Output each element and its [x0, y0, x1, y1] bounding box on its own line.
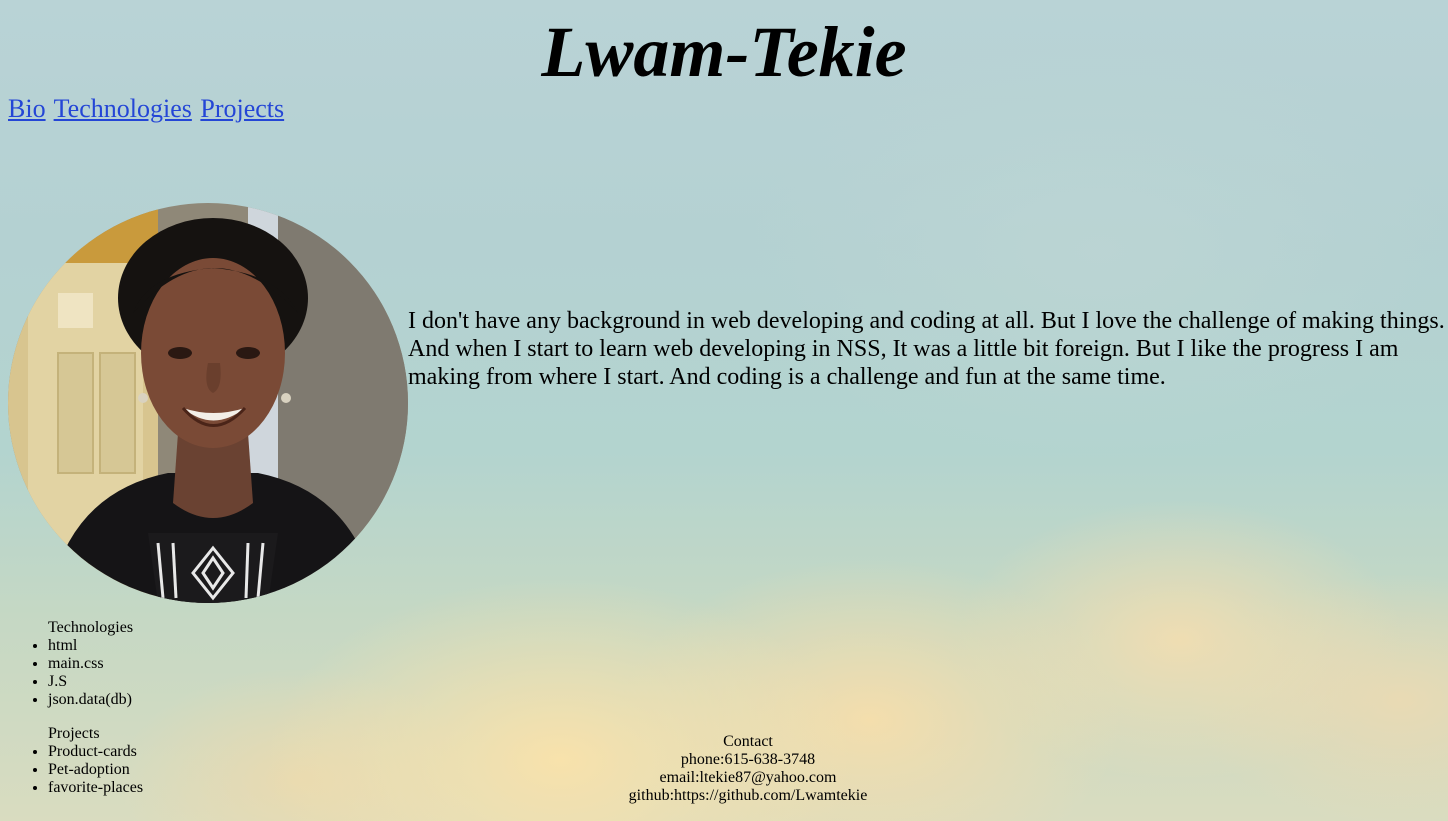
- profile-photo-illustration: [8, 203, 408, 603]
- contact-heading: Contact: [723, 733, 773, 750]
- technology-item: main.css: [48, 655, 133, 673]
- technologies-heading: Technologies: [48, 619, 134, 636]
- contact-email: email:ltekie87@yahoo.com: [659, 769, 837, 786]
- project-item: Pet-adoption: [48, 761, 143, 779]
- technologies-section: Technologies html main.css J.S json.data…: [8, 619, 133, 709]
- bio-paragraph: I don't have any background in web devel…: [408, 308, 1445, 390]
- project-item: Product-cards: [48, 743, 143, 761]
- projects-list: Product-cards Pet-adoption favorite-plac…: [8, 743, 143, 797]
- nav-link-technologies[interactable]: Technologies: [54, 94, 192, 123]
- contact-phone: phone:615-638-3748: [680, 751, 816, 768]
- main-nav: Bio Technologies Projects: [8, 94, 286, 124]
- technology-item: json.data(db): [48, 691, 133, 709]
- profile-photo: [8, 203, 408, 603]
- contact-github: github:https://github.com/Lwamtekie: [628, 787, 868, 804]
- projects-section: Projects Product-cards Pet-adoption favo…: [8, 725, 143, 797]
- projects-heading: Projects: [48, 725, 100, 742]
- contact-section: Contact phone:615-638-3748 email:ltekie8…: [548, 733, 948, 805]
- technology-item: J.S: [48, 673, 133, 691]
- technologies-list: html main.css J.S json.data(db): [8, 637, 133, 709]
- project-item: favorite-places: [48, 779, 143, 797]
- nav-link-bio[interactable]: Bio: [8, 94, 46, 123]
- nav-link-projects[interactable]: Projects: [200, 94, 284, 123]
- technology-item: html: [48, 637, 133, 655]
- page-title: Lwam-Tekie: [541, 12, 907, 92]
